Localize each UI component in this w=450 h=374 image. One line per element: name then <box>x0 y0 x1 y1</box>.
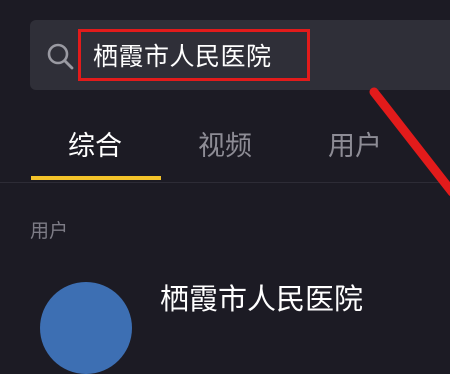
active-tab-indicator <box>31 176 161 180</box>
divider <box>0 182 450 183</box>
section-label-users: 用户 <box>30 220 69 242</box>
search-input[interactable]: 栖霞市人民医院 <box>78 29 310 81</box>
tab-video[interactable]: 视频 <box>198 124 252 163</box>
search-query-text: 栖霞市人民医院 <box>93 42 272 71</box>
search-bar[interactable]: 栖霞市人民医院 <box>30 20 450 90</box>
tab-user[interactable]: 用户 <box>328 124 382 163</box>
tab-comprehensive[interactable]: 综合 <box>68 124 122 163</box>
avatar[interactable] <box>40 282 132 374</box>
tab-bar: 综合 视频 用户 <box>0 118 450 180</box>
result-user-name[interactable]: 栖霞市人民医院 <box>160 276 363 318</box>
search-icon <box>46 42 74 70</box>
